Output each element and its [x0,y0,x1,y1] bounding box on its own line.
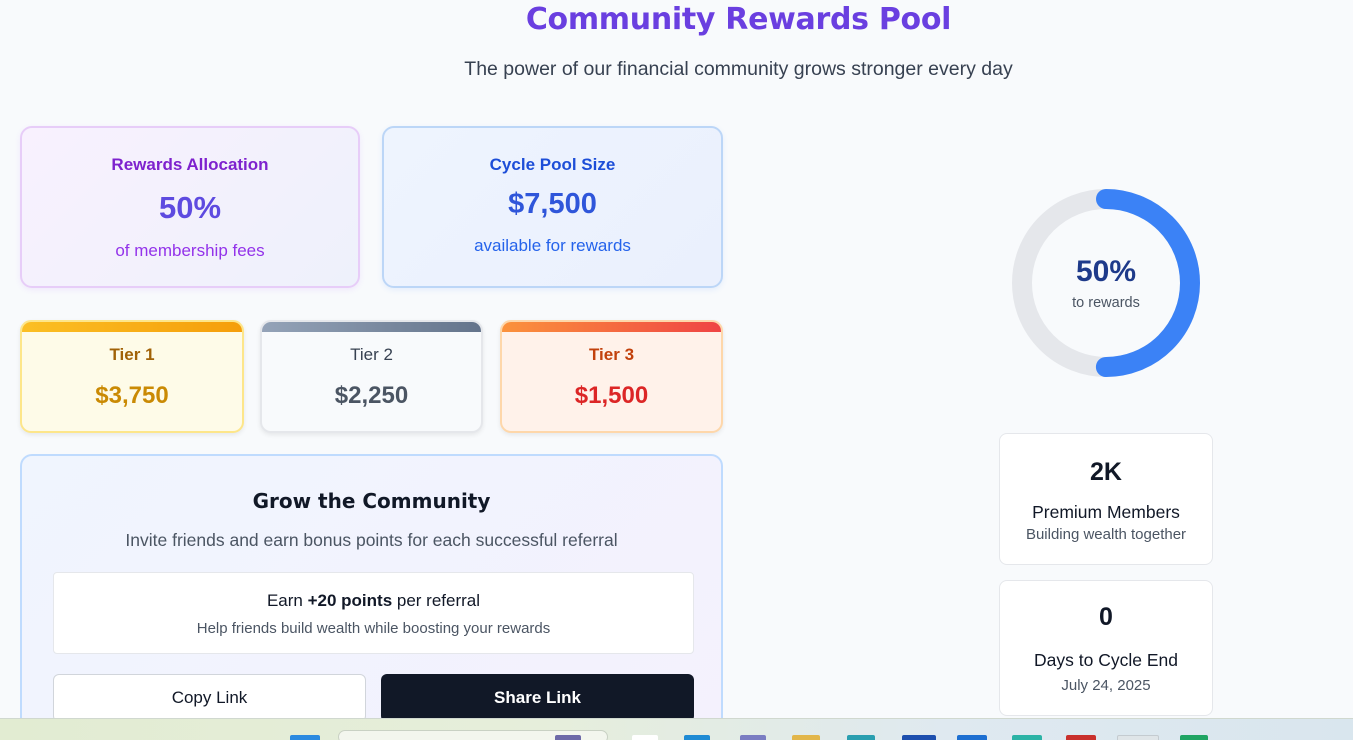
tier-1-card: Tier 1 $3,750 [20,320,244,433]
page-subtitle: The power of our financial community gro… [464,58,1013,80]
gmail-icon[interactable] [1066,735,1096,740]
rewards-allocation-card: Rewards Allocation 50% of membership fee… [20,126,360,288]
edge-icon[interactable] [632,735,658,740]
tier-2-accent-bar [262,322,481,332]
referral-earn-sub: Help friends build wealth while boosting… [196,620,551,637]
premium-members-card: 2K Premium Members Building wealth toget… [999,433,1213,565]
earn-points: +20 points [307,591,393,610]
share-link-button[interactable]: Share Link [381,674,694,722]
tier-2-card: Tier 2 $2,250 [260,320,483,433]
rewards-allocation-sub: of membership fees [115,241,265,260]
referral-earn-line: Earn +20 points per referral [54,591,693,611]
page-title: Community Rewards Pool [525,2,952,37]
outlook-icon[interactable] [902,735,936,740]
tier-1-label: Tier 1 [109,345,155,364]
tier-2-label: Tier 2 [350,345,393,364]
rewards-allocation-value: 50% [158,190,222,225]
cycle-pool-label: Cycle Pool Size [489,155,616,174]
grow-community-card: Grow the Community Invite friends and ea… [20,454,723,740]
tier-3-label: Tier 3 [588,345,635,364]
tier-3-card: Tier 3 $1,500 [500,320,723,433]
tier-1-value: $3,750 [95,382,169,409]
tier-3-accent-bar [502,322,721,332]
premium-members-sub: Building wealth together [1025,526,1187,543]
rewards-allocation-label: Rewards Allocation [111,155,269,174]
chrome-icon[interactable] [1117,735,1159,740]
days-to-cycle-end-card: 0 Days to Cycle End July 24, 2025 [999,580,1213,716]
cycle-pool-value: $7,500 [508,188,597,220]
grow-community-description: Invite friends and earn bonus points for… [125,530,618,550]
grow-community-title: Grow the Community [252,489,491,513]
earn-prefix: Earn [266,591,308,610]
cycle-pool-sub: available for rewards [474,236,631,255]
cycle-pool-card: Cycle Pool Size $7,500 available for rew… [382,126,723,288]
tier-2-value: $2,250 [334,382,409,409]
days-to-cycle-end-label: Days to Cycle End [1034,650,1178,670]
days-to-cycle-end-value: 0 [1099,603,1113,631]
copy-link-button[interactable]: Copy Link [53,674,366,722]
taskbar [0,718,1353,740]
donut-percent: 50% [1075,255,1137,288]
referral-earn-box: Earn +20 points per referral Help friend… [53,572,694,654]
file-explorer-icon[interactable] [555,735,581,740]
tier-3-value: $1,500 [574,382,649,409]
teams-icon[interactable] [684,735,710,740]
cycle-end-date: July 24, 2025 [1061,677,1151,694]
windows-start-icon[interactable] [290,735,320,740]
sheets-icon[interactable] [1180,735,1208,740]
copilot-icon[interactable] [740,735,766,740]
earn-suffix: per referral [392,591,481,610]
tier-1-accent-bar [22,322,242,332]
chat-icon[interactable] [1012,735,1042,740]
donut-label: to rewards [1072,295,1140,311]
mail-icon[interactable] [957,735,987,740]
premium-members-label: Premium Members [1032,502,1180,522]
premium-members-value: 2K [1090,458,1122,486]
store-icon[interactable] [847,735,875,740]
folder-icon[interactable] [792,735,820,740]
